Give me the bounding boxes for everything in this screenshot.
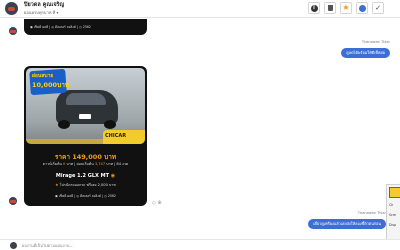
message-list[interactable]: ◉ เช็คดี ผลดี | ◎ ดีลเลอร์ ลงลิงค์ | ◷ 2… — [0, 19, 400, 239]
contact-name: ปิยวดล คูณเจริญ — [24, 2, 65, 8]
sender-avatar — [9, 197, 17, 205]
outgoing-sender-name: Thanawan Thiar — [357, 211, 386, 215]
info-icon: i — [310, 4, 318, 12]
popup-line: Scre — [389, 213, 396, 217]
car-model: Mirage 1.2 GLX MT ◉ — [24, 173, 147, 179]
preview-thumbnail[interactable] — [389, 187, 400, 198]
installment-badge-line1: ผ่อนสบาย — [32, 73, 54, 79]
star-button[interactable]: ★ — [340, 2, 352, 14]
user-avatar — [10, 242, 17, 249]
settings-icon — [358, 4, 366, 12]
settings-button[interactable] — [356, 2, 368, 14]
terms-text: ดาวน์เริ่มต้น — [42, 162, 64, 166]
brand-watermark-text: CHICAR — [105, 133, 127, 139]
star-icon: ★ — [342, 3, 350, 12]
screenshot-preview-popup[interactable]: Ch Scre Disp — [386, 184, 400, 240]
mark-done-button[interactable]: ✓ — [372, 2, 384, 14]
contact-status-dropdown[interactable]: ผ่อนครบทุกบาท ที่ ▾ — [24, 9, 59, 16]
license-plate — [79, 114, 91, 119]
message-input[interactable]: ผลงานดีเป็นไปตามแผนงาน... — [22, 242, 73, 249]
trash-icon — [327, 5, 333, 11]
previous-listing-card[interactable]: ◉ เช็คดี ผลดี | ◎ ดีลเลอร์ ลงลิงค์ | ◷ 2… — [24, 19, 147, 35]
car-model-text: Mirage 1.2 GLX MT — [55, 173, 109, 179]
car-photo[interactable]: ผ่อนสบาย 10,000บาท CHICAR — [26, 68, 145, 144]
message-actions[interactable]: ◇ ⊕ — [152, 200, 162, 206]
popup-line: Disp — [389, 223, 397, 227]
listing-meta: ◉ เช็คดี ผลดี | ◎ ดีลเลอร์ ลงลิงค์ | ◷ 2… — [55, 194, 116, 198]
message-composer: ผลงานดีเป็นไปตามแผนงาน... — [0, 239, 400, 250]
info-button[interactable]: i — [308, 2, 320, 14]
contact-avatar[interactable] — [5, 2, 18, 15]
photo-strip — [26, 139, 108, 144]
terms-text-mid: บาท | ผ่อนเริ่มต้น — [65, 162, 95, 166]
popup-line: Ch — [389, 203, 394, 207]
outgoing-message[interactable]: เดี๋ยวดูเครื่องแล้วเลยส่งให้ลองชี้ตัวตนก… — [308, 219, 386, 229]
chat-header: ปิยวดล คูณเจริญ ผ่อนครบทุกบาท ที่ ▾ i ★ … — [0, 0, 400, 18]
terms-text-end: บาท | 84 งวด — [105, 162, 129, 166]
delete-button[interactable] — [324, 2, 336, 14]
car-window — [66, 93, 106, 105]
outgoing-message[interactable]: ดูลดได้พร้อมให้ดีเช็คย่อ — [341, 48, 390, 58]
check-icon: ✓ — [375, 3, 381, 12]
wheel-left — [58, 120, 70, 129]
finance-terms: ดาวน์เริ่มต้น 0 บาท | ผ่อนเริ่มต้น 3,747… — [24, 161, 147, 167]
sender-avatar — [9, 27, 17, 35]
car-listing-card[interactable]: ผ่อนสบาย 10,000บาท CHICAR ราคา 149,000 บ… — [24, 66, 147, 206]
monthly-payment-value: 3,747 — [94, 162, 106, 166]
brand-watermark: CHICAR — [103, 130, 145, 144]
installment-badge-line2: 10,000บาท — [32, 81, 70, 89]
verified-icon: ◉ — [110, 173, 116, 179]
promotion-text: ★ โปรนัดรถออกรถ ฟรีเลย 2,000 บาท — [24, 182, 147, 188]
listing-meta: ◉ เช็คดี ผลดี | ◎ ดีลเลอร์ ลงลิงค์ | ◷ 2… — [30, 25, 91, 29]
wheel-right — [104, 120, 116, 129]
outgoing-sender-name: Thanawan Thiar — [361, 40, 390, 44]
promotion-label: โปรนัดรถออกรถ ฟรีเลย 2,000 บาท — [58, 183, 116, 187]
